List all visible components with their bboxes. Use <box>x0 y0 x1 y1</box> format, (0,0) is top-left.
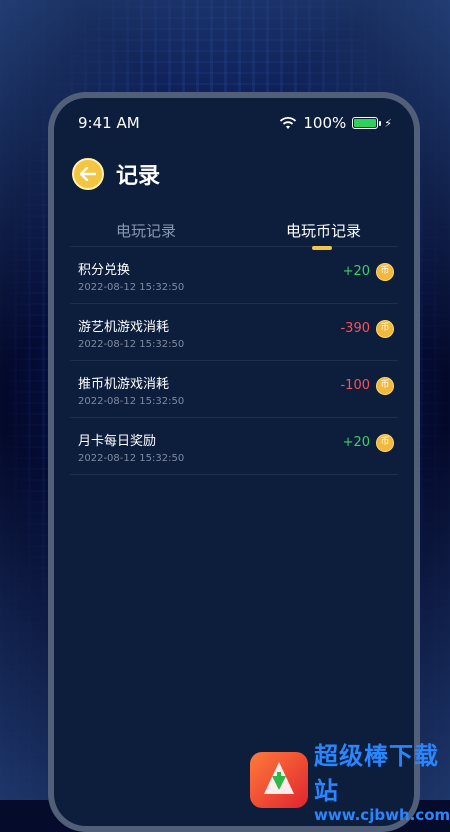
list-item[interactable]: 游艺机游戏消耗 2022-08-12 15:32:50 -390 币 <box>70 303 398 360</box>
record-time: 2022-08-12 15:32:50 <box>78 339 185 350</box>
coin-icon: 币 <box>376 263 394 281</box>
page-header: 记录 <box>72 158 160 190</box>
status-indicators: 100% ⚡ <box>279 114 392 132</box>
list-item[interactable]: 积分兑换 2022-08-12 15:32:50 +20 币 <box>70 246 398 303</box>
battery-percent: 100% <box>303 114 347 132</box>
status-bar: 9:41 AM 100% ⚡ <box>54 110 414 136</box>
tab-coin-records[interactable]: 电玩币记录 <box>286 220 361 241</box>
list-item[interactable]: 推币机游戏消耗 2022-08-12 15:32:50 -100 币 <box>70 360 398 417</box>
battery-icon <box>352 117 382 129</box>
record-time: 2022-08-12 15:32:50 <box>78 282 185 293</box>
record-amount: +20 <box>342 435 370 450</box>
record-time: 2022-08-12 15:32:50 <box>78 453 185 464</box>
back-button[interactable] <box>72 158 104 190</box>
arrow-left-icon <box>80 167 96 181</box>
record-title: 积分兑换 <box>78 263 131 278</box>
watermark-name: 超级棒下载站 <box>314 742 439 805</box>
coin-icon: 币 <box>376 377 394 395</box>
record-time: 2022-08-12 15:32:50 <box>78 396 185 407</box>
record-list: 积分兑换 2022-08-12 15:32:50 +20 币 游艺机游戏消耗 2… <box>70 246 398 475</box>
record-title: 月卡每日奖励 <box>78 434 157 449</box>
watermark-url: www.cjbwh.com <box>314 806 450 824</box>
wifi-icon <box>280 117 297 129</box>
phone-frame: 9:41 AM 100% ⚡ 记录 电玩记录 电玩币记录 积分兑换 2022-0… <box>48 92 420 832</box>
page-title: 记录 <box>116 164 161 189</box>
record-title: 推币机游戏消耗 <box>78 377 170 392</box>
record-title: 游艺机游戏消耗 <box>78 320 170 335</box>
list-item[interactable]: 月卡每日奖励 2022-08-12 15:32:50 +20 币 <box>70 417 398 475</box>
charging-icon: ⚡ <box>384 116 392 130</box>
record-amount: +20 <box>342 264 370 279</box>
record-amount: -100 <box>340 378 370 393</box>
coin-icon: 币 <box>376 320 394 338</box>
site-watermark: 超级棒下载站 www.cjbwh.com <box>250 736 450 824</box>
record-amount: -390 <box>340 321 370 336</box>
coin-icon: 币 <box>376 434 394 452</box>
status-time: 9:41 AM <box>78 114 140 132</box>
tab-game-records[interactable]: 电玩记录 <box>116 220 176 241</box>
